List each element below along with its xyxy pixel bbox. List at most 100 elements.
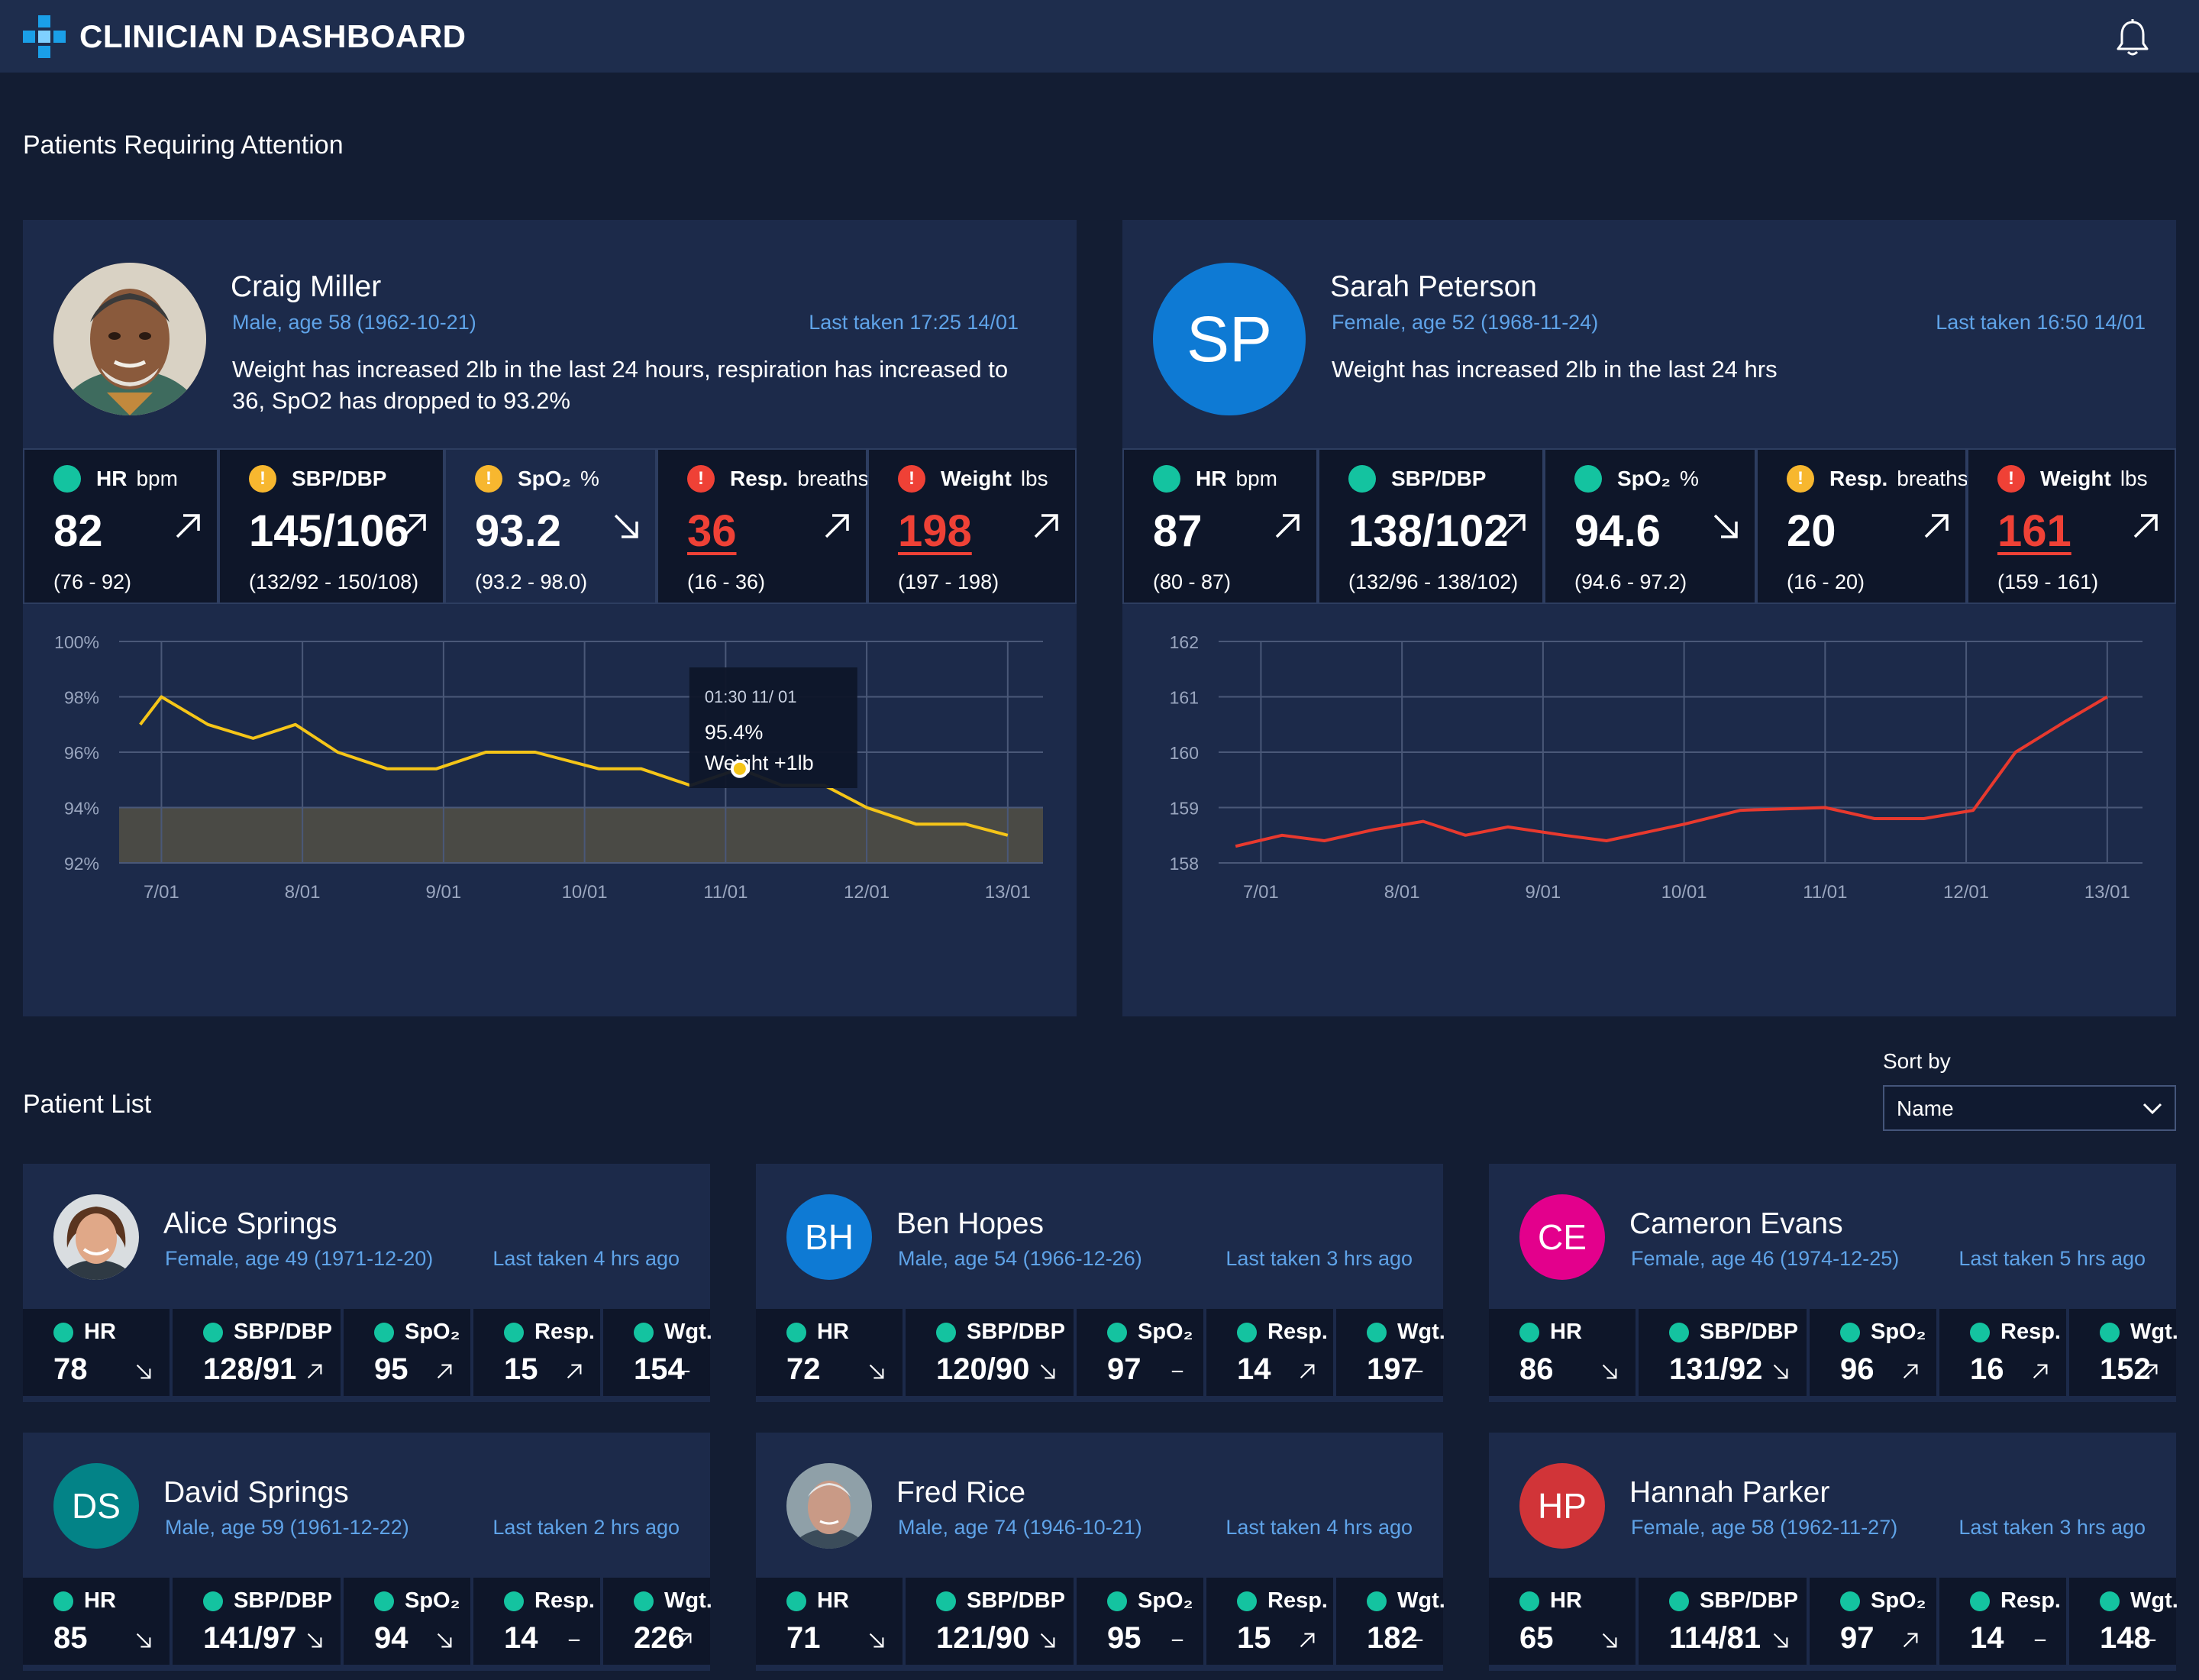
chevron-down-icon — [2142, 1103, 2162, 1115]
notification-bell-icon[interactable] — [2115, 18, 2150, 57]
trend-down-icon — [437, 1633, 452, 1648]
vital-tile-0[interactable]: HR 86 — [1489, 1309, 1639, 1396]
status-teal-icon — [203, 1591, 223, 1611]
vital-tile-4[interactable]: Wgt. 182 — [1336, 1578, 1445, 1665]
patient-card[interactable]: Fred Rice Male, age 74 (1946-10-21) Last t… — [756, 1433, 1445, 1671]
vital-tile-0[interactable]: HR 71 — [756, 1578, 906, 1665]
patient-demographics: Female, age 46 (1974-12-25) — [1631, 1247, 1900, 1270]
vital-tile-3[interactable]: Resp. 14 — [1939, 1578, 2069, 1665]
status-amber-icon: ! — [249, 465, 276, 493]
vital-tile-0[interactable]: HR bpm 82 (76 - 92) — [23, 448, 218, 604]
last-taken-timestamp: Last taken 4 hrs ago — [1225, 1516, 1413, 1539]
status-teal-icon — [634, 1323, 654, 1342]
vital-tile-0[interactable]: HR 72 — [756, 1309, 906, 1396]
vital-label: SpO₂% — [1617, 467, 1699, 491]
tooltip-note: Weight +1lb — [705, 751, 814, 774]
vital-tile-3[interactable]: Resp. 16 — [1939, 1309, 2069, 1396]
patient-card[interactable]: HP Hannah Parker Female, age 58 (1962-11-2… — [1489, 1433, 2178, 1671]
vital-tile-2[interactable]: SpO₂ 97 — [1810, 1578, 1939, 1665]
vital-value: 85 — [53, 1621, 88, 1655]
vital-tile-4[interactable]: Wgt. 197 — [1336, 1309, 1445, 1396]
vital-value: 71 — [786, 1621, 821, 1655]
vital-name: Resp. — [730, 467, 789, 490]
vital-tile-2[interactable]: SpO₂% 94.6 (94.6 - 97.2) — [1544, 448, 1756, 604]
vital-tile-2[interactable]: SpO₂ 95 — [1077, 1578, 1206, 1665]
vital-range: (76 - 92) — [53, 570, 132, 593]
trend-down-icon — [614, 514, 638, 538]
vital-tile-2[interactable]: SpO₂ 96 — [1810, 1309, 1939, 1396]
trend-up-icon — [176, 514, 200, 538]
vital-tile-1[interactable]: SBP/DBP 120/90 — [906, 1309, 1077, 1396]
vital-label: SBP/DBP — [234, 1588, 332, 1613]
vital-range: (16 - 20) — [1787, 570, 1865, 593]
vital-label: Resp. breaths — [1829, 467, 1968, 491]
sort-by-dropdown[interactable]: Name — [1883, 1085, 2176, 1131]
vital-unit: bpm — [136, 467, 178, 490]
vital-tile-1[interactable]: SBP/DBP 121/90 — [906, 1578, 1077, 1665]
vital-tile-0[interactable]: HR 85 — [23, 1578, 173, 1665]
trend-flat-icon — [2034, 1639, 2046, 1642]
vital-tile-3[interactable]: ! Resp. breaths 36 (16 - 36) — [657, 448, 869, 604]
patient-demographics: Female, age 58 (1962-11-27) — [1631, 1516, 1898, 1539]
weight-trend-chart[interactable]: 162 161 160 159 158 7/01 8/01 9/01 10/01 11/01 12/… — [1122, 617, 2176, 999]
vital-label: SBP/DBP — [292, 467, 396, 491]
vital-tile-2[interactable]: SpO₂ 97 — [1077, 1309, 1206, 1396]
status-teal-icon — [786, 1323, 806, 1342]
trend-up-icon — [1501, 514, 1526, 538]
patient-card[interactable]: CE Cameron Evans Female, age 46 (1974-12-2… — [1489, 1164, 2178, 1402]
vital-name: HR — [96, 467, 128, 490]
vital-label: HR — [817, 1320, 849, 1344]
app-title: CLINICIAN DASHBOARD — [79, 18, 467, 54]
attention-card-sarah-peterson[interactable]: SP Sarah Peterson Female, age 52 (1968-1… — [1122, 220, 2176, 1016]
vital-tile-0[interactable]: HR 78 — [23, 1309, 173, 1396]
vital-label: Resp. — [534, 1588, 595, 1613]
vital-tile-1[interactable]: SBP/DBP 131/92 — [1639, 1309, 1810, 1396]
vital-tile-1[interactable]: SBP/DBP 128/91 — [173, 1309, 344, 1396]
patient-card[interactable]: Alice Springs Female, age 49 (1971-12-20)… — [23, 1164, 712, 1402]
tooltip-time: 01:30 11/ 01 — [705, 687, 797, 706]
vital-tile-4[interactable]: ! Weight lbs 161 (159 - 161) — [1967, 448, 2176, 604]
trend-down-icon — [1773, 1364, 1788, 1379]
vital-name: SpO₂ — [1617, 467, 1671, 490]
vital-tile-1[interactable]: SBP/DBP 141/97 — [173, 1578, 344, 1665]
vital-tile-4[interactable]: Wgt. 152 — [2069, 1309, 2178, 1396]
vital-tile-2[interactable]: SpO₂ 95 — [344, 1309, 473, 1396]
vital-tile-3[interactable]: Resp. 15 — [1206, 1578, 1336, 1665]
attention-card-craig-miller[interactable]: Craig Miller Male, age 58 (1962-10-21) L… — [23, 220, 1077, 1016]
trend-up-icon — [2133, 514, 2158, 538]
vital-tile-4[interactable]: Wgt. 226 — [603, 1578, 712, 1665]
vital-value: 95 — [374, 1352, 408, 1386]
trend-up-icon — [1034, 514, 1058, 538]
vital-label: HR — [1550, 1588, 1582, 1613]
vital-tile-2[interactable]: ! SpO₂% 93.2 (93.2 - 98.0) — [444, 448, 657, 604]
vital-tile-3[interactable]: Resp. 14 — [473, 1578, 603, 1665]
vital-tile-3[interactable]: ! Resp. breaths 20 (16 - 20) — [1756, 448, 1968, 604]
vital-value: 14 — [1970, 1621, 2004, 1655]
vital-tile-3[interactable]: Resp. 14 — [1206, 1309, 1336, 1396]
attention-section-title: Patients Requiring Attention — [23, 131, 344, 160]
vital-tile-1[interactable]: SBP/DBP 138/102 (132/96 - 138/102) — [1318, 448, 1544, 604]
status-red-icon: ! — [687, 465, 715, 493]
status-teal-icon — [1970, 1323, 1990, 1342]
vital-tile-1[interactable]: SBP/DBP 114/81 — [1639, 1578, 1810, 1665]
vital-tile-4[interactable]: ! Weight lbs 198 (197 - 198) — [867, 448, 1077, 604]
vital-name: Weight — [2040, 467, 2111, 490]
vital-value: 20 — [1787, 506, 1836, 556]
vital-value: 131/92 — [1669, 1352, 1763, 1386]
vital-tile-1[interactable]: ! SBP/DBP 145/106 (132/92 - 150/108) — [218, 448, 444, 604]
patient-card[interactable]: DS David Springs Male, age 59 (1961-12-22)… — [23, 1433, 712, 1671]
last-taken-timestamp: Last taken 17:25 14/01 — [809, 311, 1019, 334]
spo2-trend-chart[interactable]: 100% 98% 96% 94% 92% 7/01 8/01 9/01 10/01 11/01 12… — [23, 617, 1077, 999]
patient-initials-avatar: DS — [53, 1463, 139, 1549]
vital-tile-3[interactable]: Resp. 15 — [473, 1309, 603, 1396]
vital-tile-0[interactable]: HR bpm 87 (80 - 87) — [1122, 448, 1318, 604]
vital-range: (159 - 161) — [1997, 570, 2099, 593]
patient-card[interactable]: BH Ben Hopes Male, age 54 (1966-12-26) Last… — [756, 1164, 1445, 1402]
patient-photo-avatar — [786, 1463, 872, 1549]
vital-tile-4[interactable]: Wgt. 148 — [2069, 1578, 2178, 1665]
vital-tile-2[interactable]: SpO₂ 94 — [344, 1578, 473, 1665]
vital-tile-0[interactable]: HR 65 — [1489, 1578, 1639, 1665]
vital-tile-4[interactable]: Wgt. 154 — [603, 1309, 712, 1396]
trend-flat-icon — [568, 1639, 580, 1642]
trend-flat-icon — [1411, 1370, 1423, 1373]
